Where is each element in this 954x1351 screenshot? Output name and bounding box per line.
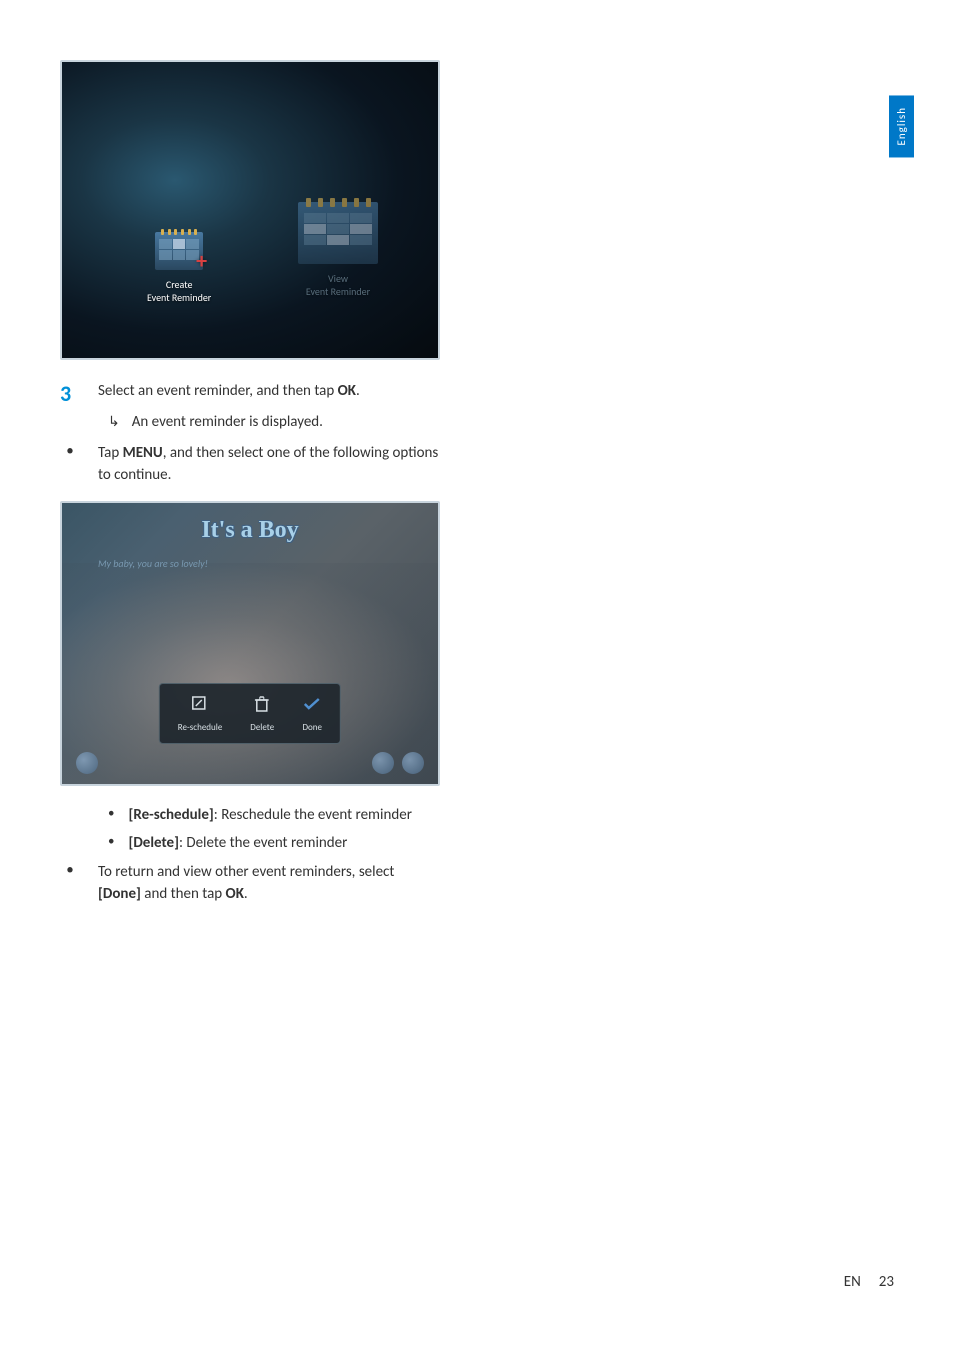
calendar-plus-icon: + [155,232,203,270]
footer-page-number: 23 [879,1273,894,1291]
trash-icon [252,694,272,714]
popup-reschedule: Re-schedule [164,694,237,733]
popup-delete-label: Delete [250,722,274,733]
popup-done: Done [288,694,336,733]
step-text: Select an event reminder, and then tap O… [98,380,440,403]
reminder-title: It's a Boy [201,517,298,544]
edit-icon [190,694,210,714]
check-icon [302,694,322,714]
page-content: + Create Event Reminder View Event Remin… [0,0,500,906]
bullet-icon: • [108,834,114,849]
popup-delete: Delete [236,694,288,733]
option-delete: • [Delete]: Delete the event reminder [108,832,440,855]
language-tab: English [889,95,914,157]
bullet-icon: • [60,861,80,879]
screenshot-event-reminder-menu: + Create Event Reminder View Event Remin… [60,60,440,360]
reminder-message: My baby, you are so lovely! [98,557,208,570]
result-arrow-icon: ↳ [108,413,120,430]
menu-view-event-reminder: View Event Reminder [298,202,378,298]
option-reschedule: • [Re-schedule]: Reschedule the event re… [108,804,440,827]
step-3-result: ↳ An event reminder is displayed. [108,411,440,434]
popup-done-label: Done [302,722,322,733]
footer-lang: EN [844,1273,861,1291]
screenshot-event-reminder-view: It's a Boy My baby, you are so lovely! R… [60,501,440,786]
plus-icon: + [196,247,207,274]
instruction-bullet-menu: • Tap MENU, and then select one of the f… [60,442,440,487]
option-text: [Delete]: Delete the event reminder [128,832,440,855]
bullet-text: To return and view other event reminders… [98,861,440,906]
popup-reschedule-label: Re-schedule [178,722,223,733]
menu-create-event-reminder: + Create Event Reminder [147,232,211,304]
instruction-bullet-return: • To return and view other event reminde… [60,861,440,906]
step-3: 3 Select an event reminder, and then tap… [60,380,440,407]
bullet-text: Tap MENU, and then select one of the fol… [98,442,440,487]
view-label: View Event Reminder [298,272,378,298]
result-text: An event reminder is displayed. [132,411,323,434]
bullet-icon: • [108,806,114,821]
bullet-icon: • [60,442,80,460]
option-text: [Re-schedule]: Reschedule the event remi… [128,804,440,827]
page-footer: EN 23 [844,1273,894,1291]
step-number: 3 [60,380,80,407]
calendar-icon [298,202,378,264]
create-label: Create Event Reminder [147,278,211,304]
menu-popup: Re-schedule Delete Done [159,683,341,744]
